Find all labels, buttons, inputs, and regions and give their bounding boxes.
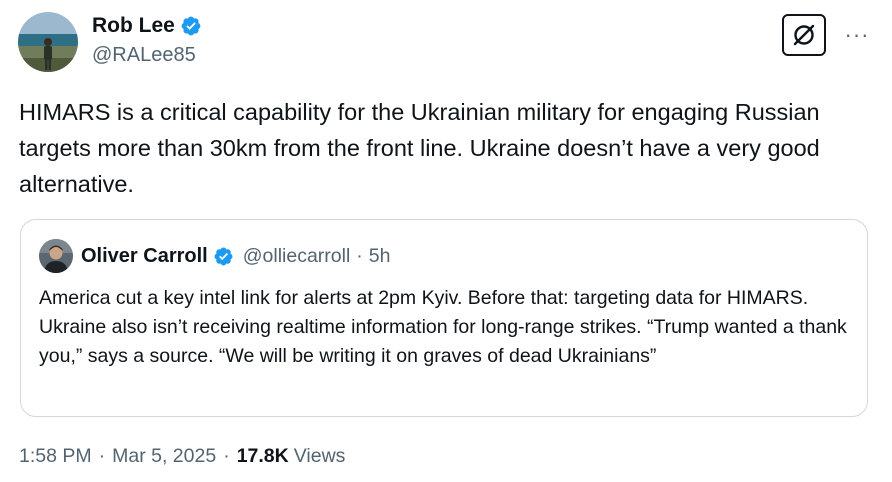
views-label: Views bbox=[293, 445, 346, 467]
views-count[interactable]: 17.8K bbox=[237, 445, 289, 468]
author-display-name[interactable]: Rob Lee bbox=[92, 14, 175, 38]
tweet-time[interactable]: 1:58 PM bbox=[19, 445, 92, 468]
verified-badge-icon bbox=[180, 15, 202, 37]
quoted-tweet[interactable]: Oliver Carroll @olliecarroll · 5h Americ… bbox=[20, 219, 868, 417]
quote-separator: · bbox=[356, 244, 363, 267]
tweet-card: Rob Lee @RALee85 ··· HIMARS is a critica… bbox=[0, 0, 892, 482]
quote-verified-badge-icon bbox=[213, 246, 234, 267]
author-handle[interactable]: @RALee85 bbox=[92, 44, 196, 67]
grok-button[interactable] bbox=[782, 14, 826, 56]
meta-separator-2: · bbox=[223, 445, 230, 467]
tweet-date[interactable]: Mar 5, 2025 bbox=[112, 445, 216, 468]
quote-handle[interactable]: @olliecarroll bbox=[243, 245, 351, 268]
quote-timestamp[interactable]: 5h bbox=[369, 245, 391, 268]
grok-icon bbox=[793, 24, 815, 46]
avatar-photo bbox=[18, 12, 78, 72]
meta-separator: · bbox=[98, 445, 106, 467]
more-dots-icon: ··· bbox=[844, 22, 870, 47]
quote-header: Oliver Carroll @olliecarroll · 5h bbox=[81, 242, 391, 270]
quote-text: America cut a key intel link for alerts … bbox=[39, 287, 847, 367]
quote-display-name[interactable]: Oliver Carroll bbox=[81, 245, 208, 268]
more-options-button[interactable]: ··· bbox=[840, 20, 874, 50]
quote-author-avatar[interactable] bbox=[39, 239, 73, 273]
author-name-row: Rob Lee bbox=[92, 12, 202, 40]
tweet-text: HIMARS is a critical capability for the … bbox=[19, 99, 820, 197]
tweet-meta: 1:58 PM · Mar 5, 2025 · 17.8K Views bbox=[19, 445, 345, 468]
author-avatar[interactable] bbox=[18, 12, 78, 72]
quote-avatar-photo bbox=[39, 239, 73, 273]
